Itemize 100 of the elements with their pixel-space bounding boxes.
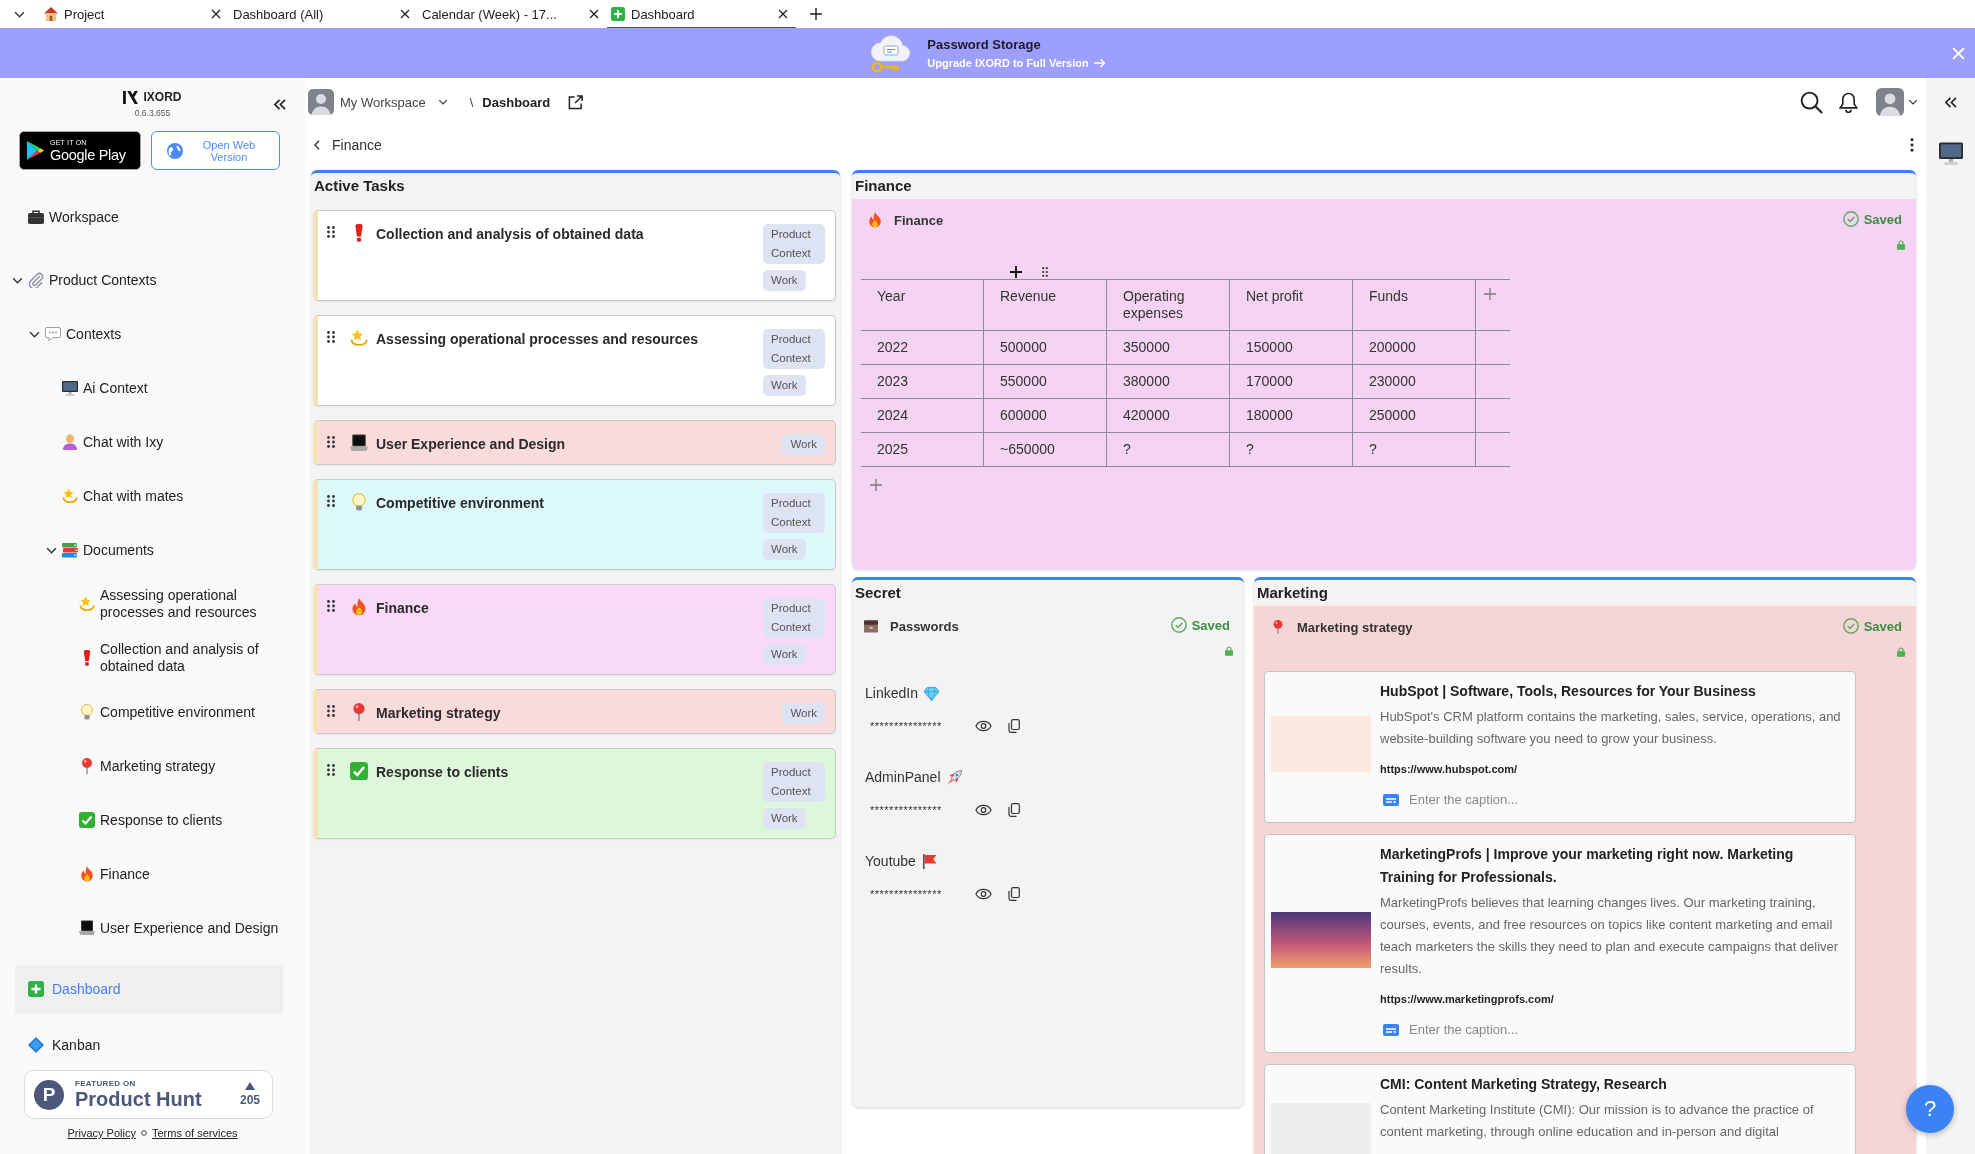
link-title[interactable]: HubSpot | Software, Tools, Resources for Your Business xyxy=(1380,680,1756,703)
tag: Work xyxy=(763,644,806,665)
lock-icon xyxy=(1897,647,1905,657)
copy-icon[interactable] xyxy=(1008,719,1020,733)
task-card[interactable]: Assessing operational processes and resources Product Context Work xyxy=(313,315,836,406)
breadcrumb-page: Dashboard xyxy=(482,94,551,110)
link-url[interactable]: https://www.hubspot.com/ xyxy=(1380,763,1518,775)
eye-icon[interactable] xyxy=(975,804,992,816)
sidebar-item[interactable]: Competitive environment xyxy=(79,703,255,721)
sidebar-item[interactable]: Workspace xyxy=(28,208,119,226)
user-menu-button[interactable] xyxy=(1876,88,1918,116)
double-chevron-left-icon[interactable] xyxy=(1944,97,1957,108)
drag-handle-icon[interactable] xyxy=(327,764,335,776)
sidebar-item[interactable]: Documents xyxy=(62,541,154,559)
link-preview-card[interactable]: CMI: Content Marketing Strategy, Research Content Marketing Institute (CMI): Our mission is to advance the practice of content marketing, through online education and in-person and digital xyxy=(1264,1064,1856,1154)
sidebar-item[interactable]: Ai Context xyxy=(62,379,148,397)
search-icon[interactable] xyxy=(1800,90,1823,114)
browser-tab[interactable]: Dashboard (All) xyxy=(229,0,418,28)
drag-handle-icon[interactable] xyxy=(327,495,335,507)
plus-icon[interactable] xyxy=(1010,266,1022,278)
close-icon[interactable] xyxy=(589,9,599,19)
sidebar-item[interactable]: Kanban xyxy=(28,1021,101,1069)
column-header: Revenue xyxy=(1000,288,1057,304)
banner-title: Password Storage xyxy=(927,37,1042,52)
eye-icon[interactable] xyxy=(975,720,992,732)
entry-label: LinkedIn xyxy=(865,685,918,701)
lock-icon xyxy=(1225,646,1233,656)
drag-handle-icon[interactable] xyxy=(327,436,335,448)
plus-square-icon xyxy=(28,981,44,997)
close-icon[interactable] xyxy=(211,9,221,19)
close-icon[interactable] xyxy=(778,9,788,19)
more-icon[interactable] xyxy=(1910,138,1914,152)
monitor-icon xyxy=(62,380,78,396)
task-card[interactable]: Competitive environment Product Context Work xyxy=(313,479,836,570)
drag-handle-icon[interactable] xyxy=(1042,267,1048,277)
table-cell: 420000 xyxy=(1123,407,1170,423)
task-card[interactable]: Marketing strategy Work xyxy=(313,689,836,734)
chevron-down-icon[interactable] xyxy=(12,276,23,284)
column-header: Net profit xyxy=(1246,288,1303,304)
file-box-icon xyxy=(864,618,878,634)
drag-handle-icon[interactable] xyxy=(327,600,335,612)
drag-handle-icon[interactable] xyxy=(327,226,335,238)
plus-icon[interactable] xyxy=(810,8,822,20)
sidebar-item[interactable]: Product Contexts xyxy=(28,271,157,289)
sidebar-item[interactable]: Collection and analysis of obtained data xyxy=(79,641,295,675)
footer-link[interactable]: Terms of services xyxy=(151,1127,238,1139)
sidebar-item[interactable]: Chat with mates xyxy=(62,487,184,505)
external-link-icon[interactable] xyxy=(568,94,584,110)
link-title[interactable]: CMI: Content Marketing Strategy, Research xyxy=(1380,1073,1667,1096)
panel-title: Active Tasks xyxy=(313,176,406,196)
house-icon xyxy=(44,7,58,21)
sidebar-item[interactable]: Assessing operational processes and resources xyxy=(79,587,295,621)
drag-handle-icon[interactable] xyxy=(327,331,335,343)
footer-link[interactable]: Privacy Policy xyxy=(67,1127,136,1139)
eye-icon[interactable] xyxy=(975,888,992,900)
back-link[interactable]: Finance xyxy=(314,137,382,153)
link-preview-card[interactable] xyxy=(1264,834,1856,1053)
caption-field[interactable]: Enter the caption... xyxy=(1409,1022,1609,1037)
sidebar-item[interactable]: User Experience and Design xyxy=(79,919,279,937)
sidebar-item[interactable]: Finance xyxy=(79,865,150,883)
pin-icon xyxy=(1271,619,1285,635)
task-card[interactable]: Collection and analysis of obtained data Product Context Work xyxy=(313,210,836,301)
browser-tab[interactable]: Dashboard xyxy=(607,0,796,28)
close-icon[interactable] xyxy=(400,9,410,19)
double-chevron-left-icon[interactable] xyxy=(273,98,286,110)
plus-square-icon xyxy=(611,7,625,21)
copy-icon[interactable] xyxy=(1008,803,1020,817)
chevron-left-icon xyxy=(314,140,320,150)
link-url[interactable]: https://www.marketingprofs.com/ xyxy=(1380,993,1554,1005)
browser-tab[interactable]: Project xyxy=(40,0,229,28)
task-card[interactable]: User Experience and Design Work xyxy=(313,420,836,465)
copy-icon[interactable] xyxy=(1008,887,1020,901)
workspace-switcher[interactable]: My Workspace xyxy=(308,89,448,115)
task-card[interactable]: Response to clients Product Context Work xyxy=(313,748,836,839)
table-cell: 2022 xyxy=(877,339,909,355)
star-swirl-icon xyxy=(350,329,368,347)
table-cell: 150000 xyxy=(1246,339,1293,355)
fire-icon xyxy=(350,598,368,616)
column-header: Year xyxy=(877,288,906,304)
link-title[interactable]: MarketingProfs | Improve your marketing right now. Marketing Training for Professionals. xyxy=(1380,843,1847,889)
avatar-icon xyxy=(308,89,334,115)
paperclip-icon xyxy=(28,272,44,288)
caption-field[interactable]: Enter the caption... xyxy=(1409,792,1609,807)
fire-icon xyxy=(79,866,95,882)
sidebar-item[interactable]: Response to clients xyxy=(79,811,223,829)
drag-handle-icon[interactable] xyxy=(327,705,335,717)
sidebar-item[interactable]: Contexts xyxy=(45,325,122,343)
chevron-down-icon[interactable] xyxy=(29,330,40,338)
bell-icon[interactable] xyxy=(1839,91,1858,113)
note-title: Finance xyxy=(894,212,944,228)
chevron-down-icon[interactable] xyxy=(14,10,25,18)
flag-icon xyxy=(921,853,937,869)
sidebar-item[interactable]: Marketing strategy xyxy=(79,757,216,775)
browser-tab[interactable]: Calendar (Week) - 17... xyxy=(418,0,607,28)
product-hunt-badge[interactable]: P FEATURED ON Product Hunt 205 xyxy=(24,1070,273,1119)
link-preview-card[interactable] xyxy=(1264,671,1856,823)
sidebar-item[interactable]: Chat with Ixy xyxy=(62,433,164,451)
column-header: Funds xyxy=(1369,288,1408,304)
task-card[interactable]: Finance Product Context Work xyxy=(313,584,836,675)
chevron-down-icon[interactable] xyxy=(46,546,57,554)
